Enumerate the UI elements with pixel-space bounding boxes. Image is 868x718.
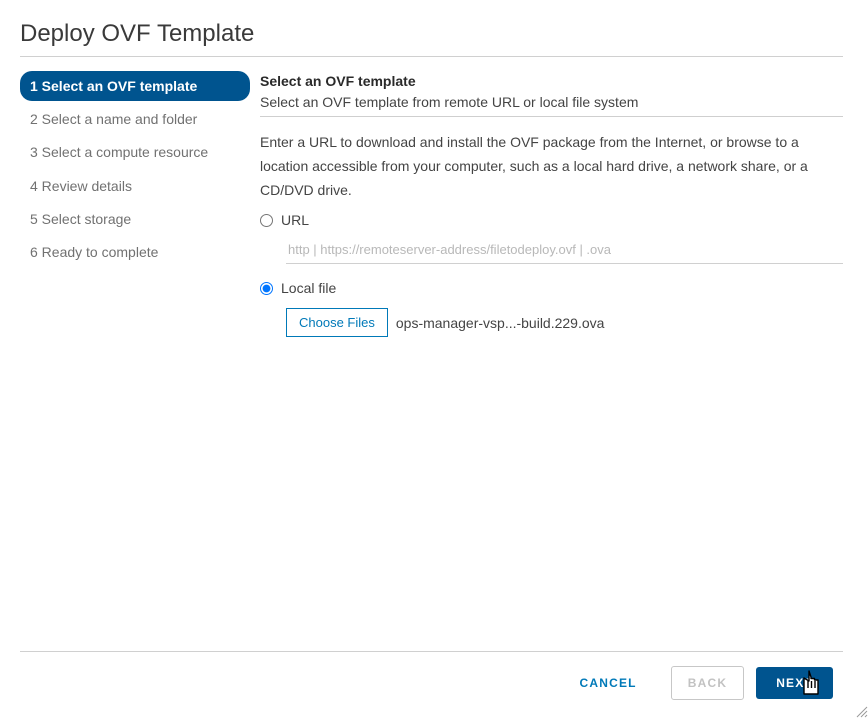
- radio-url-label: URL: [281, 212, 309, 228]
- radio-local-file[interactable]: [260, 282, 273, 295]
- step-4-review-details[interactable]: 4 Review details: [20, 171, 250, 201]
- url-input[interactable]: [286, 236, 843, 264]
- title-divider: [20, 56, 843, 57]
- wizard-panel: Select an OVF template Select an OVF tem…: [250, 69, 843, 651]
- dialog-title: Deploy OVF Template: [20, 20, 843, 48]
- panel-heading: Select an OVF template: [260, 73, 843, 89]
- step-1-select-ovf-template[interactable]: 1 Select an OVF template: [20, 71, 250, 101]
- url-input-wrap: [260, 236, 843, 274]
- panel-instruction: Enter a URL to download and install the …: [260, 131, 843, 202]
- wizard-sidebar: 1 Select an OVF template 2 Select a name…: [20, 69, 250, 651]
- choose-files-button[interactable]: Choose Files: [286, 308, 388, 337]
- panel-subheading: Select an OVF template from remote URL o…: [260, 94, 843, 110]
- source-local-file-option[interactable]: Local file: [260, 280, 843, 296]
- radio-url[interactable]: [260, 214, 273, 227]
- radio-local-file-label: Local file: [281, 280, 336, 296]
- cancel-button[interactable]: CANCEL: [564, 667, 653, 699]
- panel-divider: [260, 116, 843, 117]
- source-url-option[interactable]: URL: [260, 212, 843, 228]
- back-button: BACK: [671, 666, 744, 700]
- selected-filename: ops-manager-vsp...-build.229.ova: [396, 315, 605, 331]
- step-5-select-storage[interactable]: 5 Select storage: [20, 204, 250, 234]
- dialog-content: 1 Select an OVF template 2 Select a name…: [20, 69, 843, 651]
- local-file-row: Choose Files ops-manager-vsp...-build.22…: [260, 308, 843, 337]
- step-6-ready-to-complete[interactable]: 6 Ready to complete: [20, 237, 250, 267]
- deploy-ovf-dialog: Deploy OVF Template 1 Select an OVF temp…: [0, 0, 868, 718]
- step-3-select-compute-resource[interactable]: 3 Select a compute resource: [20, 137, 250, 167]
- next-button[interactable]: NEXT: [756, 667, 833, 699]
- dialog-footer: CANCEL BACK NEXT: [20, 651, 843, 718]
- step-2-select-name-folder[interactable]: 2 Select a name and folder: [20, 104, 250, 134]
